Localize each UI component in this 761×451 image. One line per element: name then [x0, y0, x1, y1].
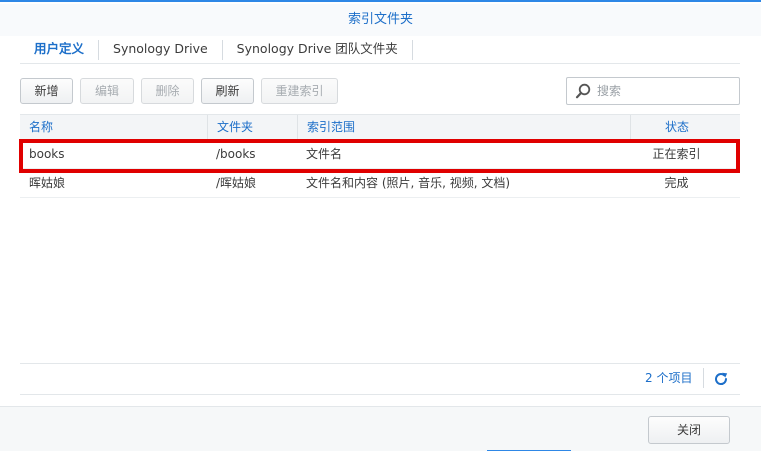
search-input[interactable]: 搜索 [566, 77, 740, 105]
tab-synology-drive-team-folder[interactable]: Synology Drive 团队文件夹 [223, 36, 412, 64]
column-header-scope[interactable]: 索引范围 [297, 115, 630, 140]
footer-separator [703, 368, 704, 388]
table-row[interactable]: 晖姑娘 /晖姑娘 文件名和内容 (照片, 音乐, 视频, 文档) 完成 [20, 169, 740, 198]
add-button[interactable]: 新增 [20, 78, 73, 104]
index-folder-table: 名称 文件夹 索引范围 状态 books /books 文件名 正在索引 晖姑娘… [20, 114, 740, 364]
row-status: 完成 [664, 176, 689, 190]
refresh-button[interactable]: 刷新 [201, 78, 254, 104]
tab-bar: 用户定义 Synology Drive Synology Drive 团队文件夹 [20, 36, 413, 64]
table-header: 名称 文件夹 索引范围 状态 [20, 114, 740, 140]
row-name: 晖姑娘 [29, 176, 66, 190]
tab-synology-drive[interactable]: Synology Drive [99, 36, 222, 64]
column-header-status[interactable]: 状态 [630, 115, 723, 140]
row-status: 正在索引 [652, 147, 701, 161]
close-button[interactable]: 关闭 [648, 416, 730, 444]
row-folder: /books [216, 147, 256, 161]
edit-button[interactable]: 编辑 [80, 78, 134, 104]
footer-divider [20, 363, 740, 364]
tab-divider [411, 40, 413, 60]
column-header-name[interactable]: 名称 [20, 115, 207, 140]
row-scope: 文件名 [306, 147, 343, 161]
item-count: 2 个项目 [645, 371, 693, 385]
search-placeholder: 搜索 [597, 84, 622, 98]
row-folder: /晖姑娘 [216, 176, 257, 190]
bottom-divider [20, 394, 740, 395]
row-scope: 文件名和内容 (照片, 音乐, 视频, 文档) [306, 176, 511, 190]
row-name: books [29, 147, 65, 161]
tabs-divider-line [20, 63, 740, 64]
dialog-button-bar [0, 406, 761, 451]
tab-user-defined[interactable]: 用户定义 [20, 36, 98, 64]
search-icon [575, 83, 591, 99]
column-header-folder[interactable]: 文件夹 [207, 115, 297, 140]
reindex-button[interactable]: 重建索引 [261, 78, 338, 104]
dialog-title: 索引文件夹 [0, 4, 761, 36]
table-row[interactable]: books /books 文件名 正在索引 [20, 140, 740, 169]
delete-button[interactable]: 删除 [141, 78, 194, 104]
index-folder-dialog: 索引文件夹 用户定义 Synology Drive Synology Drive… [0, 0, 761, 451]
refresh-icon[interactable] [713, 371, 729, 387]
